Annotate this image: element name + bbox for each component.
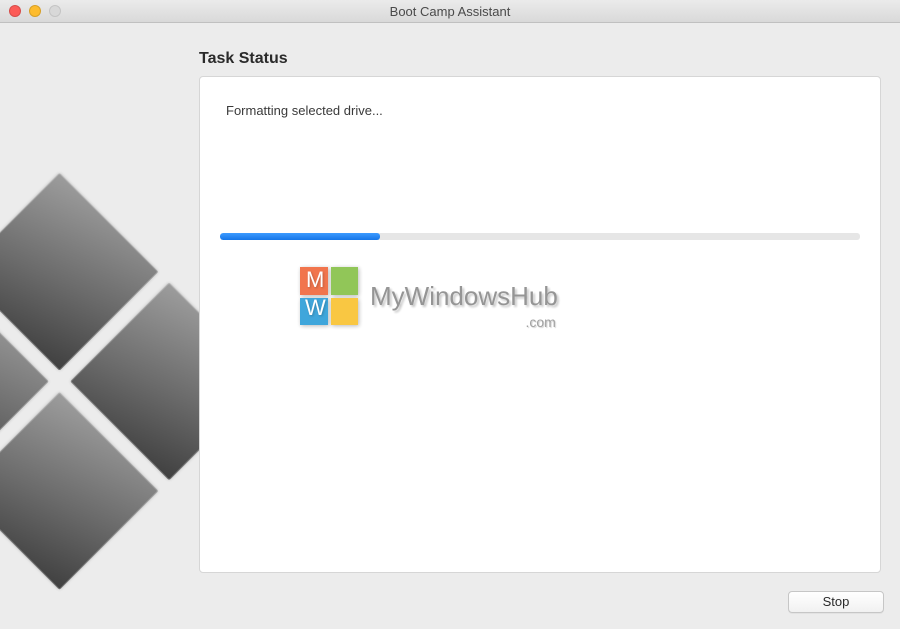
zoom-icon xyxy=(49,5,61,17)
minimize-icon[interactable] xyxy=(29,5,41,17)
traffic-lights xyxy=(0,5,61,17)
status-text: Formatting selected drive... xyxy=(226,103,383,118)
page-title: Task Status xyxy=(199,50,288,68)
window-title: Boot Camp Assistant xyxy=(0,4,900,19)
progress-bar xyxy=(220,233,860,240)
app-window: Boot Camp Assistant Task Status Formatti… xyxy=(0,0,900,629)
stop-button[interactable]: Stop xyxy=(788,591,884,613)
close-icon[interactable] xyxy=(9,5,21,17)
titlebar: Boot Camp Assistant xyxy=(0,0,900,23)
progress-fill xyxy=(220,233,380,240)
content-panel: Formatting selected drive... xyxy=(199,76,881,573)
window-body: Task Status Formatting selected drive...… xyxy=(0,23,900,629)
